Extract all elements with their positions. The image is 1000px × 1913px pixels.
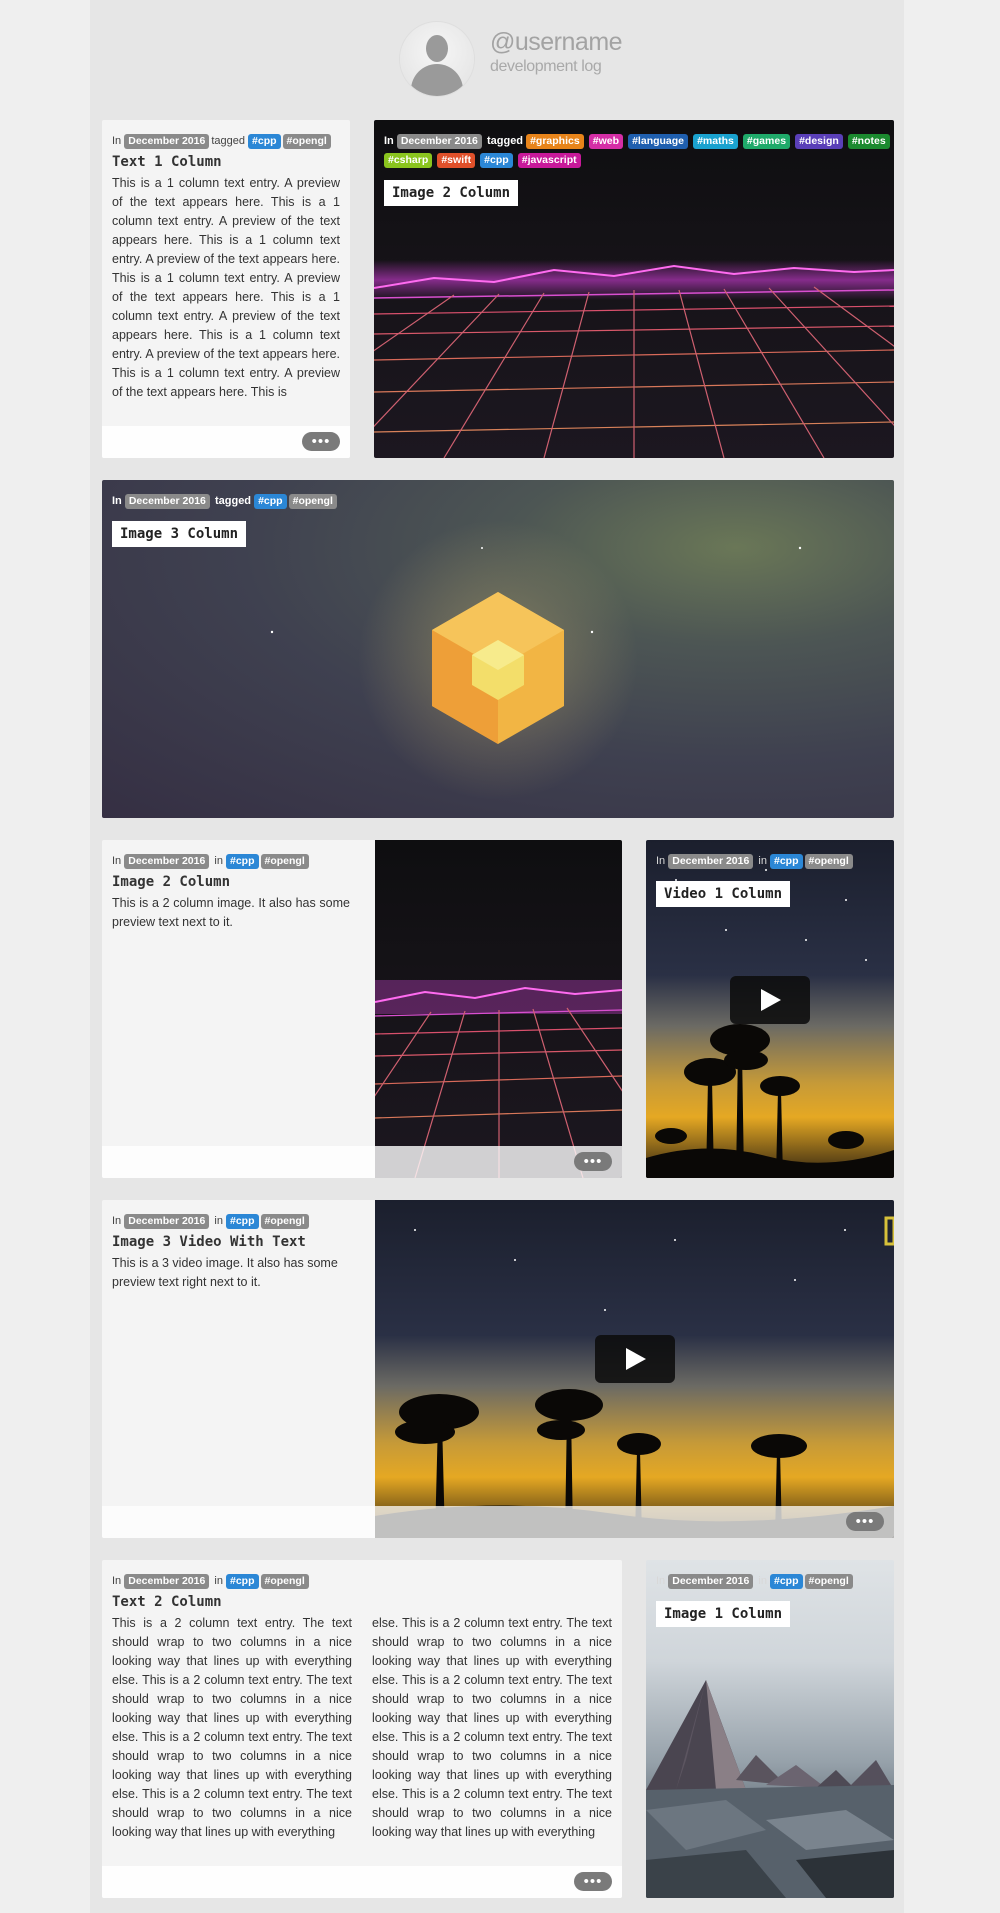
post-image-3-video-with-text[interactable]: In December 2016 in #cpp #opengl Image 3 …: [102, 1200, 894, 1538]
tag-web[interactable]: #web: [588, 134, 624, 149]
date-badge[interactable]: December 2016: [396, 134, 482, 149]
post-footer: [102, 1506, 894, 1538]
tag-cpp[interactable]: #cpp: [480, 153, 513, 168]
profile-subtitle: development log: [490, 58, 602, 75]
tagged-label: in: [214, 855, 223, 867]
post-footer: [102, 1146, 622, 1178]
date-badge[interactable]: December 2016: [668, 854, 754, 869]
tag-opengl[interactable]: #opengl: [282, 134, 331, 149]
post-preview-text-column-2: else. This is a 2 column text entry. The…: [372, 1616, 612, 1839]
tagged-label: tagged: [486, 135, 524, 147]
post-title[interactable]: Video 1 Column: [656, 881, 791, 907]
post-footer: [102, 1866, 622, 1898]
post-video: [375, 1200, 894, 1538]
in-label: In: [384, 135, 394, 147]
tag-cpp[interactable]: #cpp: [226, 854, 259, 869]
post-text-2-column[interactable]: In December 2016 in #cpp #opengl Text 2 C…: [102, 1560, 622, 1898]
tag-javascript[interactable]: #javascript: [517, 153, 581, 168]
in-label: In: [112, 495, 122, 507]
page-column: @username development log In December 20…: [90, 0, 904, 1913]
post-image-1-column[interactable]: In December 2016 in #cpp #opengl Image 1 …: [646, 1560, 894, 1898]
tagged-label: tagged: [211, 135, 245, 147]
post-title[interactable]: Image 2 Column: [384, 180, 519, 206]
date-badge[interactable]: December 2016: [124, 854, 210, 869]
tag-cpp[interactable]: #cpp: [226, 1574, 259, 1589]
post-title[interactable]: Image 3 Video With Text: [112, 1234, 306, 1250]
tag-opengl[interactable]: #opengl: [260, 854, 309, 869]
post-preview-text-column-1: This is a 2 column text entry. The text …: [112, 1616, 352, 1839]
post-preview-text: This is a 2 column image. It also has so…: [112, 896, 350, 929]
tagged-label: in: [214, 1575, 223, 1587]
post-image-2-column[interactable]: In December 2016 tagged #graphics #web #…: [374, 120, 894, 458]
tag-opengl[interactable]: #opengl: [260, 1574, 309, 1589]
tagged-label: in: [758, 1575, 767, 1587]
tag-cpp[interactable]: #cpp: [248, 134, 281, 149]
tag-maths[interactable]: #maths: [693, 134, 738, 149]
tagged-label: in: [758, 855, 767, 867]
tag-language[interactable]: #language: [628, 134, 689, 149]
tag-games[interactable]: #games: [742, 134, 791, 149]
tag-opengl[interactable]: #opengl: [804, 1574, 853, 1589]
date-badge[interactable]: December 2016: [124, 134, 210, 149]
date-badge[interactable]: December 2016: [124, 1574, 210, 1589]
post-image: [375, 840, 622, 1178]
tag-opengl[interactable]: #opengl: [288, 494, 337, 509]
tag-cpp[interactable]: #cpp: [254, 494, 287, 509]
in-label: In: [112, 135, 122, 147]
post-title[interactable]: Image 1 Column: [656, 1601, 791, 1627]
post-footer: [102, 426, 350, 458]
more-button[interactable]: [574, 1152, 612, 1171]
tagged-label: tagged: [214, 495, 252, 507]
in-label: In: [112, 1215, 122, 1227]
date-badge[interactable]: December 2016: [668, 1574, 754, 1589]
post-title[interactable]: Image 2 Column: [112, 874, 230, 890]
in-label: In: [112, 1575, 122, 1587]
tag-graphics[interactable]: #graphics: [526, 134, 584, 149]
more-button[interactable]: [302, 432, 340, 451]
post-title[interactable]: Image 3 Column: [112, 521, 247, 547]
avatar[interactable]: [400, 22, 474, 96]
synthwave-grid-image: [374, 260, 894, 458]
profile-header: @username development log: [90, 0, 904, 110]
post-meta: In December 2016 in #cpp #opengl: [656, 1572, 855, 1590]
play-icon[interactable]: [730, 976, 810, 1024]
in-label: In: [112, 855, 122, 867]
tag-swift[interactable]: #swift: [437, 153, 476, 168]
tag-cpp[interactable]: #cpp: [770, 1574, 803, 1589]
avatar-head-shape: [426, 35, 448, 62]
tag-cpp[interactable]: #cpp: [226, 1214, 259, 1229]
post-preview-text: This is a 1 column text entry. A preview…: [112, 176, 340, 399]
post-meta: In December 2016 tagged #cpp #opengl: [112, 132, 333, 150]
tag-notes[interactable]: #notes: [847, 134, 890, 149]
post-text-1-column[interactable]: In December 2016 tagged #cpp #opengl Text …: [102, 120, 350, 458]
more-button[interactable]: [846, 1512, 884, 1531]
date-badge[interactable]: December 2016: [124, 1214, 210, 1229]
more-button[interactable]: [574, 1872, 612, 1891]
post-meta: In December 2016 tagged #cpp #opengl: [112, 492, 339, 510]
post-meta: In December 2016 in #cpp #opengl: [112, 1572, 311, 1590]
tag-csharp[interactable]: #csharp: [384, 153, 433, 168]
post-title[interactable]: Text 2 Column: [112, 1594, 222, 1610]
tag-design[interactable]: #design: [795, 134, 843, 149]
date-badge[interactable]: December 2016: [124, 494, 210, 509]
tagged-label: in: [214, 1215, 223, 1227]
avatar-body-shape: [411, 64, 463, 96]
synthwave-grid-image: [375, 980, 622, 1178]
post-image-3-column[interactable]: In December 2016 tagged #cpp #opengl Imag…: [102, 480, 894, 818]
post-meta: In December 2016 in #cpp #opengl: [656, 852, 855, 870]
tag-opengl[interactable]: #opengl: [804, 854, 853, 869]
post-meta: In December 2016 tagged #graphics #web #…: [384, 132, 894, 170]
post-video-1-column[interactable]: In December 2016 in #cpp #opengl Video 1 …: [646, 840, 894, 1178]
in-label: In: [656, 855, 666, 867]
post-preview-text: This is a 3 video image. It also has som…: [112, 1256, 338, 1289]
post-title[interactable]: Text 1 Column: [112, 154, 222, 170]
play-icon[interactable]: [595, 1335, 675, 1383]
post-meta: In December 2016 in #cpp #opengl: [112, 1212, 311, 1230]
tag-cpp[interactable]: #cpp: [770, 854, 803, 869]
post-meta: In December 2016 in #cpp #opengl: [112, 852, 311, 870]
username[interactable]: @username: [490, 28, 623, 57]
in-label: In: [656, 1575, 666, 1587]
post-image-2-column-with-text[interactable]: In December 2016 in #cpp #opengl Image 2 …: [102, 840, 622, 1178]
tag-opengl[interactable]: #opengl: [260, 1214, 309, 1229]
